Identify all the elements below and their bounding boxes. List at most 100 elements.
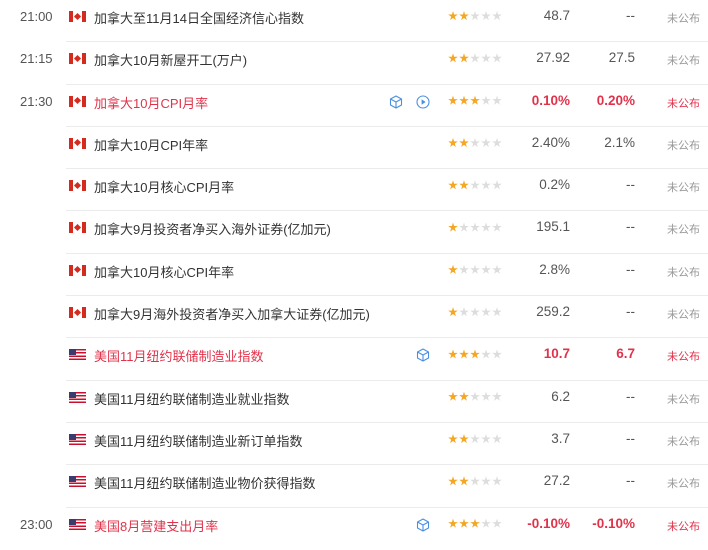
event-title[interactable]: 美国8月营建支出月率	[94, 516, 218, 535]
calendar-row[interactable]: 加拿大10月核心CPI年率 2.8% -- 未公布	[0, 254, 708, 297]
star-icon	[459, 391, 469, 401]
star-icon	[459, 180, 469, 190]
economic-calendar-list: 21:00 加拿大至11月14日全国经济信心指数 48.7 -- 未公布 21:15 加拿大…	[0, 0, 708, 550]
star-icon	[459, 349, 469, 359]
event-title[interactable]: 加拿大9月投资者净买入海外证券(亿加元)	[94, 219, 331, 238]
star-icon	[481, 391, 491, 401]
calendar-row[interactable]: 加拿大10月核心CPI月率 0.2% -- 未公布	[0, 169, 708, 212]
star-icon	[492, 53, 502, 63]
event-time: 21:00	[20, 9, 53, 24]
previous-value: 3.7	[551, 430, 570, 446]
star-icon	[459, 264, 469, 274]
star-icon	[470, 53, 480, 63]
previous-value: 195.1	[536, 219, 570, 235]
event-time: 21:30	[20, 93, 53, 109]
previous-value: -0.10%	[527, 515, 570, 531]
previous-value: 10.7	[543, 346, 570, 362]
calendar-row[interactable]: 加拿大9月海外投资者净买入加拿大证券(亿加元) 259.2 -- 未公布	[0, 296, 708, 339]
event-title[interactable]: 美国11月纽约联储制造业就业指数	[94, 389, 290, 408]
forecast-value: -0.10%	[592, 515, 635, 531]
status-label: 未公布	[667, 351, 700, 364]
star-icon	[459, 307, 469, 317]
status-label: 未公布	[667, 13, 700, 25]
star-icon	[481, 180, 491, 190]
usa-flag-icon	[69, 391, 86, 403]
star-icon	[459, 476, 469, 486]
cube-icon[interactable]	[416, 348, 430, 362]
calendar-row[interactable]: 21:00 加拿大至11月14日全国经济信心指数 48.7 -- 未公布	[0, 0, 708, 43]
play-icon[interactable]	[416, 95, 430, 109]
status-label: 未公布	[667, 266, 700, 279]
event-title[interactable]: 加拿大9月海外投资者净买入加拿大证券(亿加元)	[94, 304, 370, 323]
star-icon	[448, 222, 458, 232]
star-icon	[448, 349, 458, 359]
star-icon	[481, 137, 491, 147]
star-icon	[470, 11, 480, 21]
star-icon	[492, 180, 502, 190]
calendar-row[interactable]: 23:00 美国8月营建支出月率 -0.10% -0.10% 未公布	[0, 508, 708, 550]
previous-value: 259.2	[536, 304, 570, 320]
event-title[interactable]: 加拿大10月新屋开工(万户)	[94, 50, 247, 69]
forecast-value: --	[626, 388, 635, 404]
star-icon	[470, 349, 480, 359]
calendar-row[interactable]: 21:15 加拿大10月新屋开工(万户) 27.92 27.5 未公布	[0, 42, 708, 85]
star-icon	[481, 222, 491, 232]
forecast-value: 2.1%	[604, 134, 635, 150]
event-title[interactable]: 美国11月纽约联储制造业指数	[94, 346, 264, 365]
star-icon	[492, 518, 502, 528]
canada-flag-icon	[69, 53, 86, 65]
canada-flag-icon	[69, 137, 86, 149]
canada-flag-icon	[69, 222, 86, 234]
star-icon	[470, 180, 480, 190]
star-icon	[448, 518, 458, 528]
star-icon	[481, 518, 491, 528]
star-icon	[481, 307, 491, 317]
canada-flag-icon	[69, 180, 86, 192]
previous-value: 6.2	[551, 388, 570, 404]
star-icon	[448, 476, 458, 486]
star-icon	[492, 307, 502, 317]
usa-flag-icon	[69, 433, 86, 445]
status-label: 未公布	[667, 139, 700, 152]
star-icon	[492, 349, 502, 359]
star-icon	[459, 53, 469, 63]
event-title[interactable]: 加拿大10月CPI年率	[94, 135, 208, 154]
star-icon	[470, 222, 480, 232]
calendar-row[interactable]: 加拿大10月CPI年率 2.40% 2.1% 未公布	[0, 127, 708, 170]
forecast-value: --	[626, 261, 635, 277]
event-title[interactable]: 美国11月纽约联储制造业物价获得指数	[94, 473, 316, 492]
star-icon	[492, 137, 502, 147]
status-label: 未公布	[667, 309, 700, 322]
star-icon	[448, 11, 458, 21]
forecast-value: --	[626, 473, 635, 489]
forecast-value: --	[626, 177, 635, 193]
status-label: 未公布	[667, 520, 700, 533]
cube-icon[interactable]	[416, 518, 430, 532]
usa-flag-icon	[69, 518, 86, 530]
star-icon	[481, 433, 491, 444]
star-icon	[492, 476, 502, 486]
cube-icon[interactable]	[389, 95, 403, 109]
status-label: 未公布	[667, 97, 700, 110]
event-title[interactable]: 美国11月纽约联储制造业新订单指数	[94, 431, 303, 450]
calendar-row[interactable]: 21:30 加拿大10月CPI月率 0.10% 0.20% 未公布	[0, 85, 708, 127]
status-label: 未公布	[667, 224, 700, 237]
event-title[interactable]: 加拿大至11月14日全国经济信心指数	[94, 8, 304, 27]
event-title[interactable]: 加拿大10月核心CPI月率	[94, 177, 234, 196]
event-title[interactable]: 加拿大10月核心CPI年率	[94, 262, 234, 281]
previous-value: 27.2	[543, 473, 570, 489]
event-title[interactable]: 加拿大10月CPI月率	[94, 93, 208, 112]
calendar-row[interactable]: 美国11月纽约联储制造业就业指数 6.2 -- 未公布	[0, 381, 708, 423]
forecast-value: --	[626, 304, 635, 320]
canada-flag-icon	[69, 11, 86, 22]
star-icon	[492, 95, 502, 105]
usa-flag-icon	[69, 476, 86, 488]
calendar-row[interactable]: 美国11月纽约联储制造业新订单指数 3.7 -- 未公布	[0, 423, 708, 466]
event-time: 21:15	[20, 51, 53, 67]
calendar-row[interactable]: 美国11月纽约联储制造业指数 10.7 6.7 未公布	[0, 338, 708, 381]
star-icon	[448, 53, 458, 63]
previous-value: 48.7	[543, 8, 570, 23]
calendar-row[interactable]: 加拿大9月投资者净买入海外证券(亿加元) 195.1 -- 未公布	[0, 211, 708, 254]
calendar-row[interactable]: 美国11月纽约联储制造业物价获得指数 27.2 -- 未公布	[0, 465, 708, 508]
usa-flag-icon	[69, 349, 86, 361]
